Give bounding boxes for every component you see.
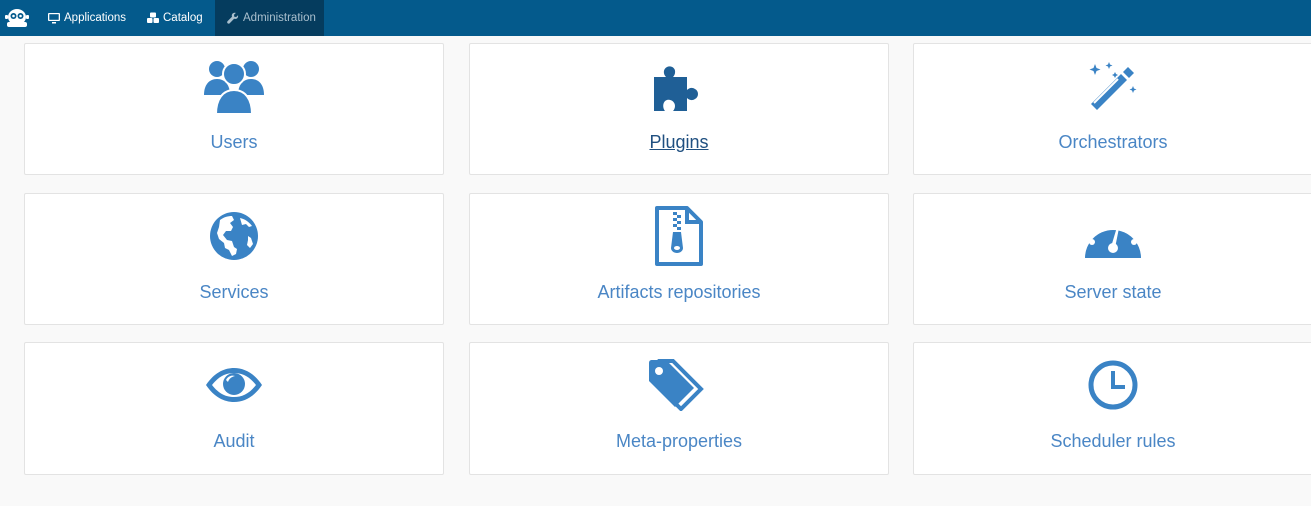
tags-icon — [649, 359, 704, 411]
wrench-icon — [227, 12, 239, 24]
zip-file-icon — [655, 206, 703, 266]
tile-services-label: Services — [199, 282, 269, 302]
tile-users[interactable]: Users — [24, 43, 444, 175]
clock-icon — [1088, 360, 1138, 410]
tile-audit-label: Audit — [213, 431, 255, 451]
cubes-icon — [147, 12, 159, 23]
tile-artifacts-repositories-label: Artifacts repositories — [597, 282, 761, 302]
monitor-icon — [48, 13, 60, 24]
tile-scheduler-rules[interactable]: Scheduler rules — [913, 342, 1311, 475]
tile-meta-properties[interactable]: Meta-properties — [469, 342, 889, 475]
alien-logo-icon[interactable] — [0, 0, 34, 36]
top-navbar: Applications Catalog Administration — [0, 0, 1311, 36]
dashboard-icon — [1085, 219, 1141, 258]
nav-applications-label: Applications — [64, 12, 127, 24]
tile-artifacts-repositories[interactable]: Artifacts repositories — [469, 193, 889, 325]
nav-catalog[interactable]: Catalog — [147, 0, 203, 36]
tile-meta-properties-label: Meta-properties — [615, 431, 743, 451]
tile-orchestrators[interactable]: Orchestrators — [913, 43, 1311, 175]
tile-plugins-label: Plugins — [649, 132, 709, 152]
nav-applications[interactable]: Applications — [48, 0, 126, 36]
nav-catalog-label: Catalog — [163, 12, 203, 24]
puzzle-icon — [654, 66, 698, 111]
nav-administration-label: Administration — [243, 12, 316, 24]
tile-audit[interactable]: Audit — [24, 342, 444, 475]
tile-server-state[interactable]: Server state — [913, 193, 1311, 325]
globe-icon — [210, 212, 258, 260]
tile-services[interactable]: Services — [24, 193, 444, 325]
magic-wand-icon — [1089, 62, 1137, 110]
tile-plugins[interactable]: Plugins — [469, 43, 889, 175]
tile-users-label: Users — [210, 132, 258, 152]
tile-orchestrators-label: Orchestrators — [1058, 132, 1168, 152]
eye-icon — [206, 368, 262, 402]
tile-scheduler-rules-label: Scheduler rules — [1050, 431, 1176, 451]
nav-administration[interactable]: Administration — [215, 0, 324, 36]
tile-server-state-label: Server state — [1064, 282, 1162, 302]
users-icon — [204, 61, 264, 115]
